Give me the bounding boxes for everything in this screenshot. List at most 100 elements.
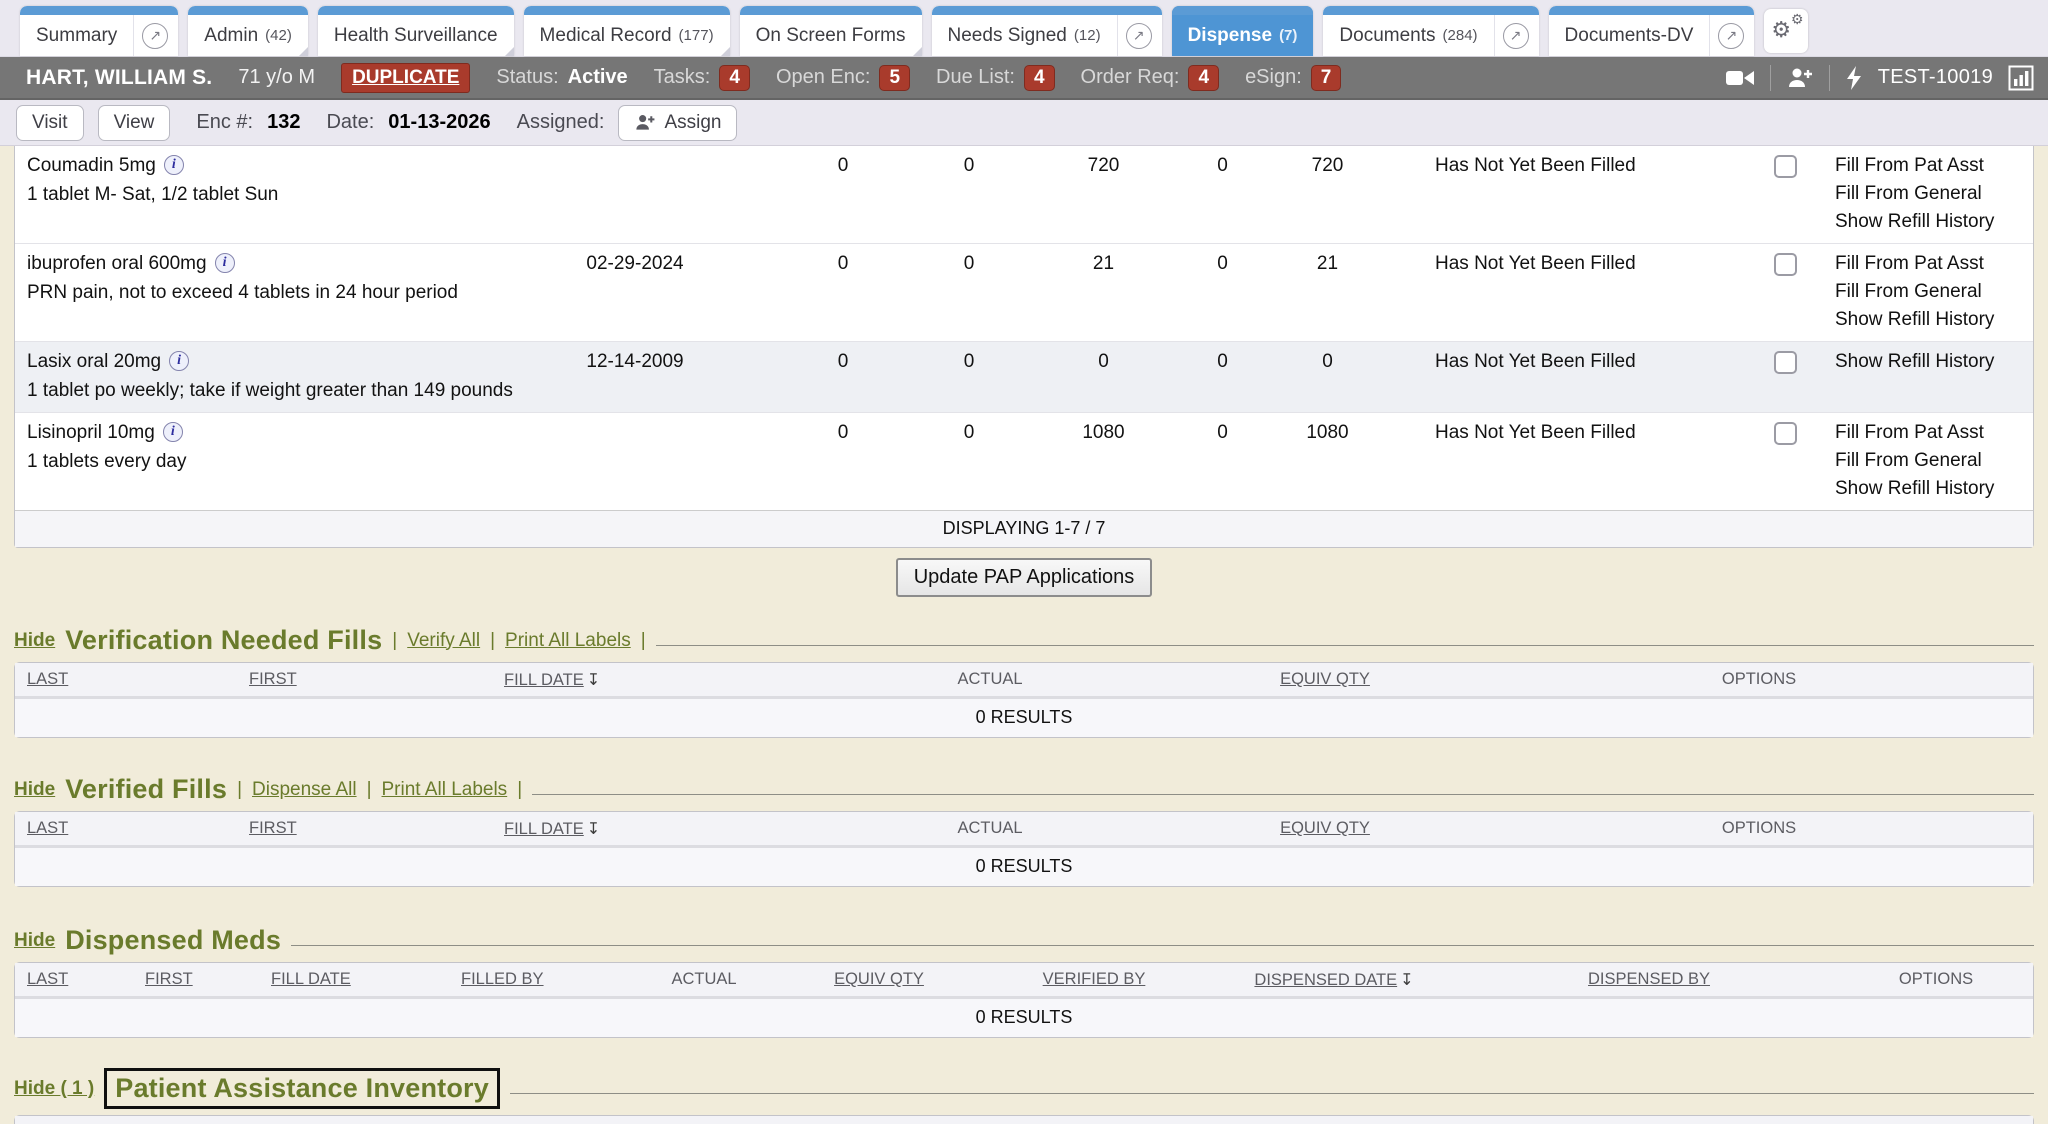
tab-settings-button[interactable]: ⚙ ⚙ <box>1764 9 1808 53</box>
update-pap-applications-button[interactable]: Update PAP Applications <box>896 558 1153 597</box>
column-header-first[interactable]: FIRST <box>237 663 492 696</box>
fill-checkbox[interactable] <box>1774 351 1797 374</box>
open-enc-count-badge[interactable]: 5 <box>879 65 910 91</box>
encounter-bar: Visit View Enc #: 132 Date: 01-13-2026 A… <box>0 100 2048 146</box>
verify-all-link[interactable]: Verify All <box>407 630 480 652</box>
med-qty-5: 1080 <box>1270 413 1385 510</box>
column-header-equiv-qty[interactable]: EQUIV QTY <box>1165 663 1485 696</box>
fill-from-pat-asst-link[interactable]: Fill From Pat Asst <box>1835 422 2033 444</box>
dispense-all-link[interactable]: Dispense All <box>252 779 357 801</box>
med-name-cell: Lisinopril 10mgi 1 tablets every day <box>15 413 555 510</box>
spacer <box>715 244 780 341</box>
column-header-item-name[interactable]: ITEM NAME <box>511 1116 868 1124</box>
column-header-fill-date[interactable]: FILL DATE↧ <box>492 812 815 845</box>
view-button[interactable]: View <box>98 105 171 141</box>
med-qty-2: 0 <box>906 413 1032 510</box>
column-header-dispensed-by[interactable]: DISPENSED BY <box>1459 963 1839 996</box>
med-status: Has Not Yet Been Filled <box>1435 413 1735 510</box>
column-header-filled-by[interactable]: FILLED BY <box>449 963 629 996</box>
tab-dispense[interactable]: Dispense(7) <box>1172 6 1314 56</box>
verification-needed-fills-header: Hide Verification Needed Fills | Verify … <box>14 625 2034 656</box>
assigned-label: Assigned: <box>517 111 605 134</box>
column-header-qty[interactable]: QTY <box>868 1116 937 1124</box>
duplicate-badge[interactable]: DUPLICATE <box>341 63 470 93</box>
spacer <box>1385 244 1435 341</box>
verified-fills-table: LAST FIRST FILL DATE↧ ACTUAL EQUIV QTY O… <box>14 811 2034 887</box>
fill-checkbox[interactable] <box>1774 155 1797 178</box>
column-header-last[interactable]: LAST <box>15 812 237 845</box>
tab-accent-strip <box>188 6 308 15</box>
order-req-count-badge[interactable]: 4 <box>1188 65 1219 91</box>
fill-from-pat-asst-link[interactable]: Fill From Pat Asst <box>1835 155 2033 177</box>
tab-label: Documents-DV <box>1565 25 1694 47</box>
column-header-first[interactable]: FIRST <box>237 812 492 845</box>
video-call-icon[interactable] <box>1725 67 1755 89</box>
status-label: Status: <box>496 66 558 89</box>
tab-admin[interactable]: Admin(42) <box>188 6 308 56</box>
tab-count: (284) <box>1443 27 1478 44</box>
med-status: Has Not Yet Been Filled <box>1435 146 1735 243</box>
column-header-last[interactable]: LAST <box>15 663 237 696</box>
assign-button[interactable]: Assign <box>618 105 737 141</box>
lightning-icon[interactable] <box>1845 65 1863 91</box>
column-header-lot[interactable]: LOT <box>1245 1116 1345 1124</box>
fill-from-general-link[interactable]: Fill From General <box>1835 450 2033 472</box>
sort-desc-icon: ↧ <box>587 821 600 838</box>
column-header-fill-date[interactable]: FILL DATE↧ <box>492 663 815 696</box>
column-header-fill-date[interactable]: FILL DATE <box>259 963 449 996</box>
add-person-icon[interactable] <box>1786 66 1814 90</box>
tab-summary[interactable]: Summary ↗ <box>20 6 178 56</box>
fill-checkbox[interactable] <box>1774 422 1797 445</box>
column-header-first[interactable]: FIRST <box>189 1116 283 1124</box>
checkbox-cell <box>1735 146 1835 243</box>
info-icon[interactable]: i <box>215 253 235 273</box>
tab-medical-record[interactable]: Medical Record(177) <box>524 6 730 56</box>
hide-link[interactable]: Hide <box>14 630 55 652</box>
fill-from-general-link[interactable]: Fill From General <box>1835 281 2033 303</box>
column-header-first[interactable]: FIRST <box>133 963 259 996</box>
tab-on-screen-forms[interactable]: On Screen Forms <box>740 6 922 56</box>
column-header-equiv-qty[interactable]: EQUIV QTY <box>779 963 979 996</box>
esign-count-badge[interactable]: 7 <box>1311 65 1342 91</box>
hide-link[interactable]: Hide <box>14 779 55 801</box>
status-field: Status: Active <box>496 66 627 89</box>
tab-documents-dv[interactable]: Documents-DV ↗ <box>1549 6 1755 56</box>
show-refill-history-link[interactable]: Show Refill History <box>1835 478 2033 500</box>
show-refill-history-link[interactable]: Show Refill History <box>1835 351 2033 373</box>
fill-checkbox[interactable] <box>1774 253 1797 276</box>
tab-needs-signed[interactable]: Needs Signed(12) ↗ <box>932 6 1162 56</box>
patient-name: HART, WILLIAM S. <box>26 66 212 90</box>
bar-chart-icon[interactable] <box>2008 65 2034 91</box>
divider: | <box>517 779 522 801</box>
column-header-last-received: LAST RECEIVED <box>937 1116 1149 1124</box>
show-refill-history-link[interactable]: Show Refill History <box>1835 309 2033 331</box>
divider: | <box>641 630 646 652</box>
column-header-site[interactable]: SITE <box>1149 1116 1245 1124</box>
column-header-inv-id[interactable]: INV ID <box>15 1116 104 1124</box>
print-all-labels-link[interactable]: Print All Labels <box>505 630 631 652</box>
hide-link[interactable]: Hide <box>14 930 55 952</box>
fill-from-pat-asst-link[interactable]: Fill From Pat Asst <box>1835 253 2033 275</box>
due-list-count-badge[interactable]: 4 <box>1024 65 1055 91</box>
med-qty-5: 0 <box>1270 342 1385 412</box>
results-count: 0 RESULTS <box>15 848 2033 886</box>
column-header-expiration-date[interactable]: EXPIRATION DATE <box>1567 1116 1796 1124</box>
fill-from-general-link[interactable]: Fill From General <box>1835 183 2033 205</box>
column-header-dispensed-date[interactable]: DISPENSED DATE↧ <box>1209 963 1459 996</box>
column-header-last[interactable]: LAST <box>104 1116 189 1124</box>
show-refill-history-link[interactable]: Show Refill History <box>1835 211 2033 233</box>
hide-link[interactable]: Hide ( 1 ) <box>14 1078 94 1100</box>
info-icon[interactable]: i <box>164 155 184 175</box>
info-icon[interactable]: i <box>163 422 183 442</box>
column-header-mi[interactable]: MI <box>283 1116 334 1124</box>
tasks-count-badge[interactable]: 4 <box>719 65 750 91</box>
tab-documents[interactable]: Documents(284) ↗ <box>1323 6 1538 56</box>
print-all-labels-link[interactable]: Print All Labels <box>382 779 508 801</box>
tab-health-surveillance[interactable]: Health Surveillance <box>318 6 514 56</box>
column-header-equiv-qty[interactable]: EQUIV QTY <box>1165 812 1485 845</box>
visit-button[interactable]: Visit <box>16 105 84 141</box>
info-icon[interactable]: i <box>169 351 189 371</box>
column-header-verified-by[interactable]: VERIFIED BY <box>979 963 1209 996</box>
column-header-manufacturer[interactable]: MANUFACTURER <box>1345 1116 1567 1124</box>
column-header-last[interactable]: LAST <box>15 963 133 996</box>
